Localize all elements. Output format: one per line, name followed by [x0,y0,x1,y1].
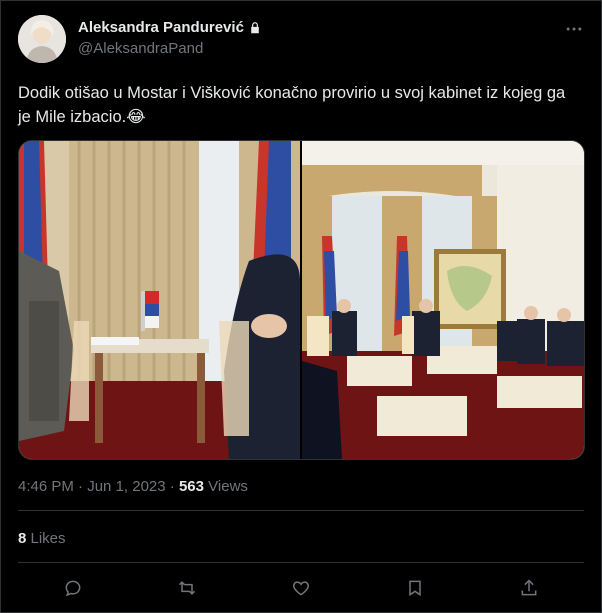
views-count: 563 [178,478,204,495]
author-name-row: Aleksandra Pandurević [78,19,262,36]
avatar[interactable] [18,15,66,63]
views-label: Views [204,478,248,495]
tweet-meta: 4:46 PM · Jun 1, 2023 · 563 Views [18,478,248,495]
retweet-icon[interactable] [177,578,197,598]
meta-separator: · [165,478,179,495]
more-options-icon[interactable] [564,19,584,39]
share-icon[interactable] [519,578,539,598]
likes-label: Likes [26,530,66,547]
lock-icon [251,21,259,33]
tweet-time[interactable]: 4:46 PM [18,478,74,495]
reply-icon[interactable] [63,578,83,598]
like-icon[interactable] [291,578,311,598]
author-handle[interactable]: @AleksandraPand [78,40,203,57]
divider [18,510,584,511]
tweet-actions [18,578,584,602]
tweet-header: Aleksandra Pandurević @AleksandraPand [18,15,584,65]
tweet-text: Dodik otišao u Mostar i Višković konačno… [18,84,566,126]
tweet-media[interactable] [18,140,585,460]
author-name[interactable]: Aleksandra Pandurević [78,19,244,36]
meta-separator: · [73,478,88,495]
divider [18,562,584,563]
bookmark-icon[interactable] [405,578,425,598]
tweet-date[interactable]: Jun 1, 2023 [87,478,165,495]
likes-stat[interactable]: 8 Likes [18,530,66,547]
photo-left[interactable] [19,141,300,459]
photo-right[interactable] [302,141,584,459]
